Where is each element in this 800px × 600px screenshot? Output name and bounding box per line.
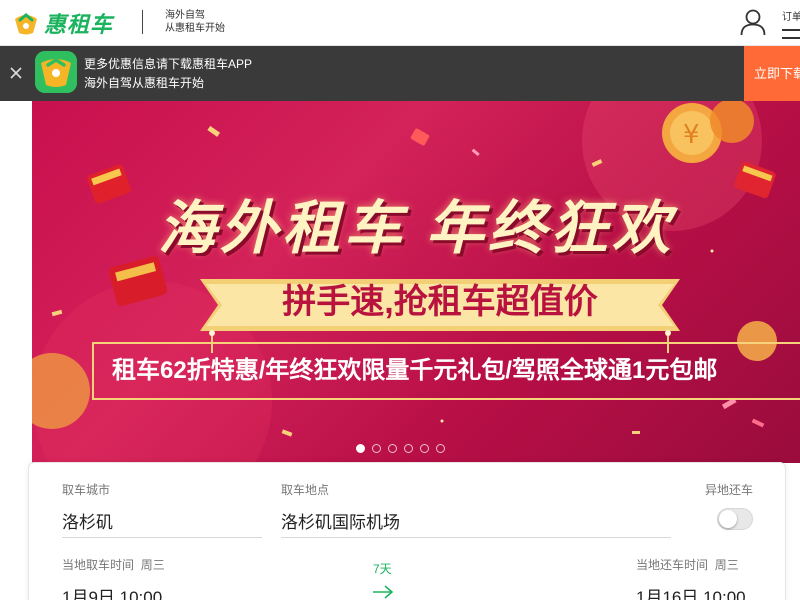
slogan-line-1: 海外自驾 [165, 10, 205, 21]
carousel-dot-5[interactable] [420, 444, 429, 453]
orders-label: 订单 [782, 12, 800, 23]
pickup-city-label: 取车城市 [62, 483, 111, 497]
carousel-dot-6[interactable] [436, 444, 445, 453]
pickup-time-label: 当地取车时间 周三 [62, 556, 165, 573]
pickup-time-label-text: 当地取车时间 [62, 558, 135, 572]
brand-name: 惠租车 [44, 12, 114, 37]
pickup-location-label: 取车地点 [281, 483, 330, 497]
hero-promo-text: 租车62折特惠/年终狂欢限量千元礼包/驾照全球通1元包邮 [92, 342, 800, 400]
app-download-banner: 更多优惠信息请下载惠租车APP 海外自驾从惠租车开始 [0, 46, 800, 101]
hero-subtitle-ribbon: 拼手速,抢租车超值价 [200, 271, 680, 333]
orders-menu[interactable]: 订单 [782, 8, 800, 39]
pickup-city-underline [62, 537, 262, 538]
carousel-dot-3[interactable] [388, 444, 397, 453]
close-icon[interactable] [6, 63, 26, 83]
download-app-button[interactable]: 立即下载 [744, 46, 800, 101]
menu-icon [782, 29, 800, 39]
hero-carousel[interactable]: ¥ 海外租车 年终狂欢 拼手速,抢租车超值价 租车62折特惠/年终狂欢限量千元礼… [32, 101, 800, 463]
pickup-weekday: 周三 [140, 558, 165, 572]
return-other-label: 异地还车 [705, 483, 754, 497]
pickup-location-field[interactable]: 洛杉矶国际机场 [281, 508, 400, 533]
header-divider [142, 10, 143, 34]
carousel-dot-1[interactable] [356, 444, 365, 453]
user-icon[interactable] [740, 8, 766, 36]
rental-search-form: 取车城市 洛杉矶 取车地点 洛杉矶国际机场 异地还车 当地取车时间 周三 1月9… [28, 462, 786, 600]
pickup-datetime-field[interactable]: 1月9日 10:00 [62, 583, 162, 600]
return-time-label: 当地还车时间 周三 [636, 556, 739, 573]
arrow-right-icon [373, 585, 394, 599]
hero-title: 海外租车 年终狂欢 [157, 196, 675, 261]
carousel-dot-2[interactable] [372, 444, 381, 453]
pickup-location-underline [281, 537, 671, 538]
rental-duration: 7天 [373, 562, 392, 576]
app-banner-text: 更多优惠信息请下载惠租车APP 海外自驾从惠租车开始 [84, 55, 252, 93]
header-slogan: 海外自驾 从惠租车开始 [165, 9, 225, 35]
carousel-indicators [356, 444, 445, 453]
hero-subtitle: 拼手速,抢租车超值价 [282, 283, 598, 321]
return-weekday: 周三 [714, 558, 739, 572]
slogan-line-2: 从惠租车开始 [165, 23, 225, 34]
logo-mark-icon [15, 13, 37, 35]
app-banner-line-1: 更多优惠信息请下载惠租车APP [84, 57, 253, 71]
return-datetime-field[interactable]: 1月16日 10:00 [636, 583, 746, 600]
carousel-dot-4[interactable] [404, 444, 413, 453]
return-other-toggle[interactable] [717, 508, 753, 530]
app-banner-line-2: 海外自驾从惠租车开始 [84, 76, 205, 90]
logo[interactable]: 惠租车 [12, 7, 113, 39]
app-icon [35, 51, 77, 93]
toggle-knob [719, 510, 737, 528]
return-time-label-text: 当地还车时间 [636, 558, 709, 572]
svg-text:¥: ¥ [683, 120, 700, 150]
pickup-city-field[interactable]: 洛杉矶 [62, 508, 113, 533]
top-header: 惠租车 海外自驾 从惠租车开始 订单 [0, 0, 800, 46]
